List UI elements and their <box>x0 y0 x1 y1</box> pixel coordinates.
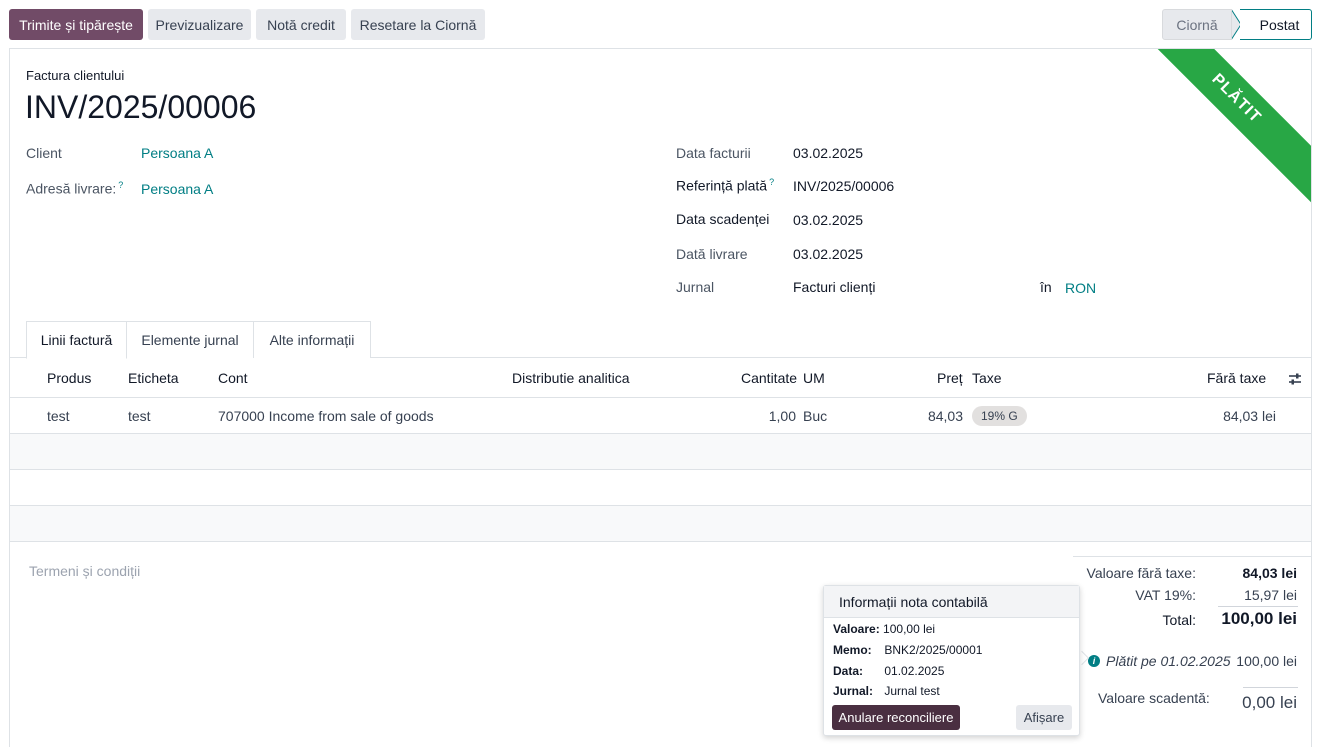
popover-journal-value: Jurnal test <box>884 684 940 698</box>
tab-journal-items[interactable]: Elemente jurnal <box>126 321 254 358</box>
row-product[interactable]: test <box>47 408 70 424</box>
due-date-value[interactable]: 03.02.2025 <box>793 212 863 228</box>
send-print-button[interactable]: Trimite și tipărește <box>9 9 143 40</box>
row-quantity: 1,00 <box>768 408 796 424</box>
vat-label: VAT 19%: <box>1135 587 1196 603</box>
row-account: 707000 Income from sale of goods <box>218 408 434 424</box>
preview-button[interactable]: Previzualizare <box>148 9 251 40</box>
due-date-label: Data scadenței <box>676 211 770 227</box>
row-price: 84,03 <box>927 408 963 424</box>
tab-invoice-lines[interactable]: Linii factură <box>26 321 127 359</box>
credit-note-button[interactable]: Notă credit <box>256 9 346 40</box>
popover-memo-value: BNK2/2025/00001 <box>884 643 983 657</box>
notebook-tabs: Linii factură Elemente jurnal Alte infor… <box>10 321 1311 359</box>
col-quantity[interactable]: Cantitate <box>741 370 797 386</box>
info-icon[interactable]: i <box>1088 655 1100 667</box>
status-draft[interactable]: Ciornă <box>1162 9 1232 40</box>
popover-memo-label: Memo: <box>833 643 872 657</box>
client-link[interactable]: Persoana A <box>141 145 213 161</box>
col-label[interactable]: Eticheta <box>128 370 179 386</box>
currency-in-label: în <box>1040 279 1052 295</box>
untaxed-label: Valoare fără taxe: <box>1086 565 1196 581</box>
empty-row <box>10 506 1311 542</box>
row-uom: Buc <box>803 408 828 424</box>
invoice-date-value[interactable]: 03.02.2025 <box>793 145 863 161</box>
col-price[interactable]: Preț <box>937 370 963 386</box>
due-divider <box>1243 687 1298 688</box>
payment-reference-value[interactable]: INV/2025/00006 <box>793 178 894 194</box>
amount-due-value: 0,00 lei <box>1242 693 1297 712</box>
delivery-date-value[interactable]: 03.02.2025 <box>793 246 863 262</box>
col-subtotal[interactable]: Fără taxe <box>1207 370 1266 386</box>
journal-value[interactable]: Facturi clienți <box>793 279 875 295</box>
popover-amount: Valoare: 100,00 lei <box>833 622 935 636</box>
row-label: test <box>128 408 151 424</box>
popover-date-value: 01.02.2025 <box>884 664 945 678</box>
status-posted[interactable]: Postat <box>1240 9 1312 40</box>
popover-date: Data: 01.02.2025 <box>833 664 944 678</box>
delivery-address-link[interactable]: Persoana A <box>141 181 213 197</box>
document-type: Factura clientului <box>26 68 125 83</box>
help-icon[interactable]: ? <box>769 177 774 187</box>
totals-divider <box>1073 556 1311 557</box>
journal-label: Jurnal <box>676 279 715 295</box>
col-account[interactable]: Cont <box>218 370 248 386</box>
document-name: INV/2025/00006 <box>25 89 257 125</box>
total-label: Total: <box>1162 612 1196 628</box>
tab-other-info[interactable]: Alte informații <box>253 321 371 358</box>
payment-reference-label: Referință plată? <box>676 177 775 194</box>
client-label: Client <box>26 145 62 161</box>
table-header: Produs Eticheta Cont Distributie analiti… <box>10 358 1311 398</box>
popover-journal-label: Jurnal: <box>833 684 874 698</box>
total-value: 100,00 lei <box>1221 609 1297 628</box>
help-icon[interactable]: ? <box>118 180 123 190</box>
popover-amount-value: 100,00 lei <box>883 622 936 636</box>
total-divider <box>1218 606 1298 607</box>
col-uom[interactable]: UM <box>803 370 825 386</box>
amount-due-label: Valoare scadentă: <box>1098 690 1210 706</box>
popover-amount-label: Valoare: <box>833 622 880 636</box>
col-product[interactable]: Produs <box>47 370 91 386</box>
delivery-address-label: Adresă livrare:? <box>26 180 124 197</box>
invoice-date-label: Data facturii <box>676 145 751 161</box>
column-settings-icon[interactable] <box>1287 371 1303 387</box>
popover-date-label: Data: <box>833 664 864 678</box>
popover-title: Informații nota contabilă <box>824 586 1079 618</box>
row-subtotal: 84,03 lei <box>1223 408 1276 424</box>
currency-link[interactable]: RON <box>1065 280 1096 296</box>
col-taxes[interactable]: Taxe <box>972 370 1002 386</box>
status-bar: Ciornă Postat <box>1162 9 1312 40</box>
col-analytic[interactable]: Distributie analitica <box>512 370 630 386</box>
empty-row <box>10 470 1311 506</box>
unreconcile-button[interactable]: Anulare reconciliere <box>832 705 960 730</box>
payment-info-popover: Informații nota contabilă Valoare: 100,0… <box>823 585 1080 736</box>
tax-badge: 19% G <box>972 406 1027 426</box>
delivery-date-label: Dată livrare <box>676 246 748 262</box>
empty-row <box>10 434 1311 470</box>
table-row[interactable]: test test 707000 Income from sale of goo… <box>10 398 1311 434</box>
vat-value: 15,97 lei <box>1244 587 1297 603</box>
paid-value: 100,00 lei <box>1236 653 1297 669</box>
popover-memo: Memo: BNK2/2025/00001 <box>833 643 982 657</box>
view-button[interactable]: Afișare <box>1016 705 1072 730</box>
form-sheet: PLĂTIT Factura clientului INV/2025/00006… <box>9 48 1312 747</box>
popover-journal: Jurnal: Jurnal test <box>833 684 940 698</box>
terms-conditions-field[interactable]: Termeni și condiții <box>29 563 140 579</box>
paid-ribbon: PLĂTIT <box>1126 49 1311 209</box>
untaxed-value: 84,03 lei <box>1242 565 1298 581</box>
reset-draft-button[interactable]: Resetare la Ciornă <box>351 9 485 40</box>
control-panel: Trimite și tipărește Previzualizare Notă… <box>0 0 1319 48</box>
